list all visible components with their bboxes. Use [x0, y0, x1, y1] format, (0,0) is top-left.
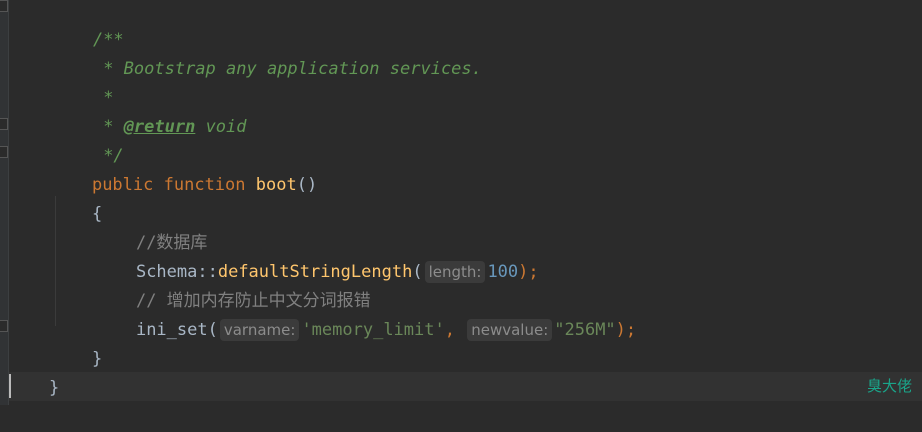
code-line-13: }	[8, 345, 59, 398]
fold-marker-icon[interactable]	[0, 320, 8, 332]
code-line-4: * @return void	[52, 84, 246, 137]
parameter-hint-length: length:	[424, 261, 486, 283]
parameter-hint-newvalue: newvalue:	[467, 319, 553, 341]
doc-return-tag: @return	[123, 117, 196, 137]
code-line-11: ini_set(varname:'memory_limit', newvalue…	[95, 287, 636, 341]
parameter-hint-varname: varname:	[219, 319, 300, 341]
paren-close: );	[615, 320, 637, 340]
paren-open: (	[207, 320, 218, 340]
comma: ,	[444, 320, 466, 340]
code-line-3: *	[52, 55, 113, 108]
brace-close-outer: }	[48, 378, 60, 398]
argument-varname: 'memory_limit'	[301, 320, 445, 340]
fold-marker-icon[interactable]	[0, 0, 8, 12]
keyword-function: function	[163, 175, 246, 195]
code-line-8: //数据库	[95, 200, 207, 253]
code-line-2: * Bootstrap any application services.	[52, 26, 482, 79]
code-line-1: /**	[52, 0, 124, 50]
code-line-7: {	[51, 171, 102, 224]
code-line-12: }	[51, 316, 102, 369]
code-line-6: public function boot()	[51, 142, 317, 195]
watermark-text: 臭大佬	[866, 377, 912, 395]
ini-set-function: ini_set	[135, 320, 208, 340]
doc-comment-text: * Bootstrap any application services.	[92, 59, 482, 79]
fold-marker-icon[interactable]	[0, 146, 8, 158]
paren-close: );	[518, 262, 539, 282]
code-line-9: Schema::defaultStringLength(length: 100);	[95, 229, 539, 283]
signature-parens: ()	[296, 175, 318, 195]
brace-close-inner: }	[91, 349, 103, 369]
code-line-10: // 增加内存防止中文分词报错	[95, 258, 371, 311]
argument-length: 100	[487, 262, 519, 282]
fold-marker-icon[interactable]	[0, 118, 8, 130]
function-name: boot	[255, 175, 297, 195]
doc-return-type: void	[195, 117, 247, 137]
argument-newvalue: "256M"	[554, 320, 616, 340]
code-line-5: */	[52, 113, 123, 166]
paren-open: (	[412, 262, 423, 282]
current-line-highlight	[9, 372, 922, 401]
code-editor[interactable]: /** * Bootstrap any application services…	[0, 0, 922, 405]
